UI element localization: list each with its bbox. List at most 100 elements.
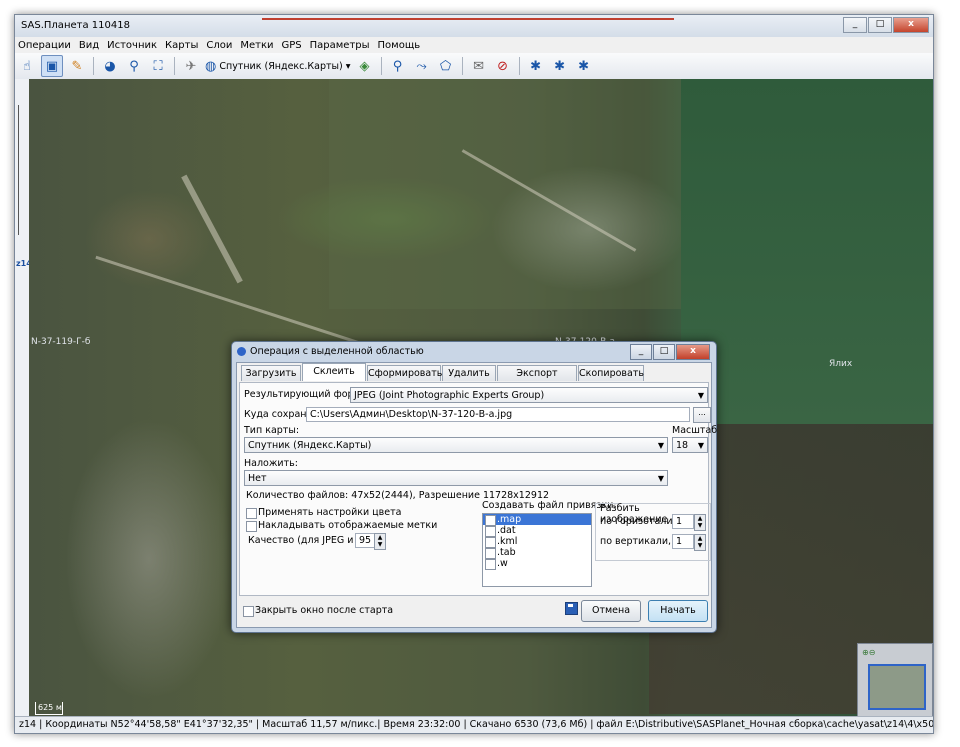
tab-generate[interactable]: Сформировать: [367, 365, 442, 381]
split-v-spinner[interactable]: ▲ ▼: [694, 534, 706, 551]
dialog-minimize-button[interactable]: _: [630, 344, 652, 360]
quality-input[interactable]: 95: [355, 533, 375, 548]
chevron-down-icon: ▼: [697, 391, 704, 400]
dialog-body: Загрузить Склеить Сформировать Удалить Э…: [236, 362, 717, 628]
map-source-selector[interactable]: ◍ Спутник (Яндекс.Карты) ▾: [205, 59, 351, 74]
dialog-title-bar: Операция с выделенной областью _ □ x: [232, 342, 716, 362]
ruler-icon[interactable]: ✎: [67, 56, 87, 76]
chevron-down-icon: ▼: [657, 441, 664, 450]
overlay-select[interactable]: Нет ▼: [244, 470, 668, 486]
format-select[interactable]: JPEG (Joint Photographic Experts Group) …: [350, 387, 708, 403]
zoom-icon[interactable]: ⚲: [124, 56, 144, 76]
delete-marks-icon[interactable]: ⊘: [493, 56, 513, 76]
dialog-title: Операция с выделенной областью: [250, 346, 424, 357]
menu-help[interactable]: Помощь: [378, 40, 421, 51]
minimap-viewport: [868, 664, 926, 710]
dialog-maximize-button[interactable]: □: [653, 344, 675, 360]
status-bar: z14 | Координаты N52°44'58,58" E41°37'32…: [15, 716, 933, 733]
progress-line: [262, 18, 674, 20]
scale-bar: 625 м: [35, 702, 63, 715]
tab-download[interactable]: Загрузить: [241, 365, 301, 381]
menu-bar: Операции Вид Источник Карты Слои Метки G…: [15, 37, 933, 53]
menu-gps[interactable]: GPS: [282, 40, 302, 51]
gps-center-icon[interactable]: ✱: [574, 56, 594, 76]
overlay-marks-checkbox[interactable]: [246, 521, 257, 532]
list-item[interactable]: .tab: [483, 547, 591, 559]
menu-layers[interactable]: Слои: [206, 40, 232, 51]
close-button[interactable]: x: [893, 17, 929, 33]
satellite-icon[interactable]: ✈: [181, 56, 201, 76]
fullscreen-icon[interactable]: ⛶: [148, 56, 168, 76]
zoom-select[interactable]: 18 ▼: [672, 437, 708, 453]
menu-view[interactable]: Вид: [79, 40, 99, 51]
close-after-start-label: Закрыть окно после старта: [255, 605, 394, 616]
zoom-label: Масштаб: [672, 425, 718, 436]
globe-icon[interactable]: ◕: [100, 56, 120, 76]
start-button[interactable]: Начать: [648, 600, 708, 622]
color-settings-checkbox[interactable]: [246, 508, 257, 519]
menu-operations[interactable]: Операции: [18, 40, 71, 51]
gps-track-icon[interactable]: ✱: [550, 56, 570, 76]
zoom-slider[interactable]: [18, 105, 25, 235]
toolbar: ☝ ▣ ✎ ◕ ⚲ ⛶ ✈ ◍ Спутник (Яндекс.Карты) ▾…: [15, 53, 933, 80]
overlay-value: Нет: [248, 473, 267, 484]
menu-marks[interactable]: Метки: [240, 40, 273, 51]
split-h-input[interactable]: 1: [672, 514, 694, 529]
close-after-start-checkbox[interactable]: [243, 606, 254, 617]
menu-maps[interactable]: Карты: [165, 40, 198, 51]
layers-icon[interactable]: ◈: [355, 56, 375, 76]
map-type-value: Спутник (Яндекс.Карты): [248, 440, 372, 451]
zoom-sidebar: z14: [15, 79, 32, 717]
list-item[interactable]: .dat: [483, 525, 591, 537]
chevron-down-icon: ▼: [697, 441, 704, 450]
list-item[interactable]: ✓ .map: [483, 514, 591, 526]
placemark-icon[interactable]: ⚲: [388, 56, 408, 76]
save-icon[interactable]: [565, 602, 578, 615]
stitch-panel: Результирующий формат: JPEG (Joint Photo…: [239, 382, 717, 596]
format-value: JPEG (Joint Photographic Experts Group): [354, 390, 545, 401]
save-path-input[interactable]: C:\Users\Админ\Desktop\N-37-120-В-а.jpg: [306, 407, 690, 422]
select-area-icon[interactable]: ▣: [41, 55, 63, 77]
map-source-label: Спутник (Яндекс.Карты): [219, 60, 343, 72]
marks-icon[interactable]: ✉: [469, 56, 489, 76]
globe-source-icon: ◍: [205, 58, 217, 74]
chevron-down-icon: ▼: [657, 474, 664, 483]
chevron-down-icon: ▾: [345, 60, 351, 72]
ref-w-checkbox[interactable]: [485, 559, 496, 570]
color-settings-label: Применять настройки цвета: [258, 507, 402, 518]
path-icon[interactable]: ⤳: [412, 56, 432, 76]
map-type-label: Тип карты:: [244, 425, 300, 436]
ref-file-list[interactable]: ✓ .map .dat .kml .tab .w: [482, 513, 592, 587]
list-item[interactable]: .kml: [483, 536, 591, 548]
window-title: SAS.Планета 110418: [21, 20, 130, 31]
polygon-icon[interactable]: ⬠: [436, 56, 456, 76]
dialog-app-icon: [237, 347, 246, 356]
list-item[interactable]: .w: [483, 558, 591, 570]
overlay-marks-label: Накладывать отображаемые метки: [258, 520, 438, 531]
split-h-spinner[interactable]: ▲ ▼: [694, 514, 706, 531]
tile-label-right: Ялих: [829, 359, 853, 369]
selection-operation-dialog: Операция с выделенной областью _ □ x Заг…: [231, 341, 717, 633]
browse-button[interactable]: ...: [693, 407, 711, 423]
map-type-select[interactable]: Спутник (Яндекс.Карты) ▼: [244, 437, 668, 453]
menu-settings[interactable]: Параметры: [310, 40, 370, 51]
tab-stitch[interactable]: Склеить: [302, 363, 366, 381]
tile-label-left: N-37-119-Г-б: [31, 337, 91, 347]
maximize-button[interactable]: □: [868, 17, 892, 33]
zoom-value: 18: [676, 440, 689, 451]
quality-spinner[interactable]: ▲ ▼: [374, 533, 386, 550]
tab-delete[interactable]: Удалить: [442, 365, 496, 381]
dialog-close-button[interactable]: x: [676, 344, 710, 360]
tab-copy[interactable]: Скопировать: [578, 365, 644, 381]
tab-export[interactable]: Экспорт: [497, 365, 577, 381]
minimize-button[interactable]: _: [843, 17, 867, 33]
minimap-zoom-icon[interactable]: ⊕⊖: [862, 648, 875, 657]
overlay-label: Наложить:: [244, 458, 298, 469]
hand-icon[interactable]: ☝: [17, 56, 37, 76]
gps-icon[interactable]: ✱: [526, 56, 546, 76]
split-v-input[interactable]: 1: [672, 534, 694, 549]
dialog-tabs: Загрузить Склеить Сформировать Удалить Э…: [241, 363, 645, 381]
menu-source[interactable]: Источник: [107, 40, 157, 51]
cancel-button[interactable]: Отмена: [581, 600, 641, 622]
minimap[interactable]: ⊕⊖: [857, 643, 933, 717]
